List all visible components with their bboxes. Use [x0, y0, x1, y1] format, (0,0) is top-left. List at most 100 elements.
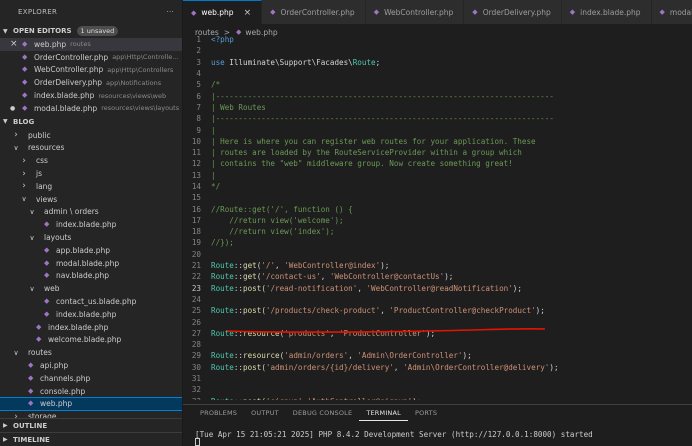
file-item[interactable]: index.blade.php: [0, 321, 182, 334]
line-number: 32: [191, 385, 201, 395]
editor-tab[interactable]: index.blade.php: [561, 0, 652, 24]
folder-item[interactable]: ∨ layouts: [0, 231, 182, 244]
line-text: Route::post('/products/check-product', '…: [211, 306, 545, 316]
file-item[interactable]: index.blade.php: [0, 218, 182, 231]
more-actions-icon[interactable]: ···: [166, 8, 174, 16]
line-text: |: [211, 125, 216, 135]
open-editor-item[interactable]: WebController.phpapp\Http\Controllers: [0, 64, 182, 77]
line-number: 6: [196, 91, 201, 101]
line-text: Route::post('signup','AuthController@sig…: [211, 397, 421, 400]
line-number: 8: [196, 114, 201, 124]
code-line: 18 //return view('index');: [183, 226, 692, 237]
file-item[interactable]: welcome.blade.php: [0, 334, 182, 347]
panel-tab-terminal[interactable]: TERMINAL: [359, 405, 408, 421]
editor-tab[interactable]: OrderController.php: [262, 0, 366, 24]
tree-item-label: resources: [28, 143, 65, 153]
file-item[interactable]: api.php: [0, 359, 182, 372]
file-item[interactable]: web.php: [0, 396, 182, 412]
outline-section[interactable]: ▶ OUTLINE: [0, 418, 182, 432]
line-number: 18: [191, 227, 201, 237]
tree-item-label: css: [36, 156, 48, 166]
panel-tab-output[interactable]: OUTPUT: [244, 405, 286, 421]
explorer-sidebar: EXPLORER ··· ▼ OPEN EDITORS 1 unsaved we…: [0, 0, 183, 446]
close-icon[interactable]: ×: [244, 8, 252, 18]
file-item[interactable]: nav.blade.php: [0, 270, 182, 283]
code-line: 22 Route::get('/contact-us', 'WebControll…: [183, 271, 692, 282]
file-item[interactable]: contact_us.blade.php: [0, 295, 182, 308]
code-editor[interactable]: 1 <?php 2 3 use Illuminate\Support\Facades\R…: [183, 34, 692, 400]
php-file-icon: [44, 247, 52, 254]
close-icon[interactable]: [10, 41, 18, 48]
folder-item[interactable]: ∨ views: [0, 193, 182, 206]
open-editors-list: web.phproutesOrderController.phpapp\Http…: [0, 38, 182, 115]
editor-tab[interactable]: modal.blad: [651, 0, 692, 24]
panel-tab-problems[interactable]: PROBLEMS: [193, 405, 244, 421]
code-line: 3 use Illuminate\Support\Facades\Route;: [183, 57, 692, 68]
line-number: 22: [191, 272, 201, 282]
tree-item-label: nav.blade.php: [56, 271, 110, 281]
open-editor-item[interactable]: OrderDelivery.phpapp\Notifications: [0, 76, 182, 89]
php-file-icon: [374, 8, 379, 16]
folder-item[interactable]: › js: [0, 167, 182, 180]
open-editor-item[interactable]: OrderController.phpapp\Http\Controlle...: [0, 51, 182, 64]
panel-tab-ports[interactable]: PORTS: [408, 405, 444, 421]
code-line: 31: [183, 373, 692, 384]
line-number: 33: [183, 397, 211, 400]
tree-item-label: routes: [28, 348, 52, 358]
editor-tab[interactable]: web.php ×: [183, 0, 263, 24]
line-number: 9: [196, 125, 201, 135]
folder-item[interactable]: ∨ routes: [0, 346, 182, 359]
open-editor-item[interactable]: web.phproutes: [0, 38, 182, 51]
open-editor-item[interactable]: index.blade.phpresources\views\web: [0, 89, 182, 102]
php-file-icon: [28, 375, 36, 382]
file-item[interactable]: channels.php: [0, 372, 182, 385]
code-line: 5 /*: [183, 79, 692, 90]
folder-item[interactable]: › public: [0, 129, 182, 142]
file-item[interactable]: modal.blade.php: [0, 257, 182, 270]
editor-tab[interactable]: OrderDelivery.php: [464, 0, 562, 24]
tree-item-label: js: [36, 169, 42, 179]
php-file-icon: [22, 92, 30, 99]
php-file-icon: [44, 272, 52, 279]
code-line: 24: [183, 294, 692, 305]
open-editor-item[interactable]: modal.blade.phpresources\views\layouts: [0, 102, 182, 115]
tree-item-label: web: [44, 284, 60, 294]
code-line: 23 Route::post('/read-notification', 'Web…: [183, 283, 692, 294]
project-section[interactable]: ▼ BLOG: [0, 115, 182, 129]
line-number: 30: [191, 362, 201, 372]
line-number: 1: [196, 35, 201, 45]
php-file-icon: [660, 8, 665, 16]
line-number: 12: [191, 159, 201, 169]
file-item[interactable]: index.blade.php: [0, 308, 182, 321]
chevron-down-icon: ∨: [29, 233, 35, 242]
open-editors-label: OPEN EDITORS: [13, 27, 72, 35]
folder-item[interactable]: › lang: [0, 180, 182, 193]
bottom-panel: PROBLEMS OUTPUT DEBUG CONSOLE TERMINAL PORTS…: [183, 404, 692, 446]
folder-item[interactable]: ∨ web: [0, 282, 182, 295]
folder-item[interactable]: ∨ admin \ orders: [0, 206, 182, 219]
line-text: Route::get('/contact-us', 'WebController…: [211, 272, 454, 282]
line-number: 13: [191, 170, 201, 180]
code-line: 14 */: [183, 181, 692, 192]
open-editor-name: WebController.php: [34, 65, 104, 75]
code-line: 6 |--------------------------------------…: [183, 90, 692, 101]
folder-item[interactable]: › css: [0, 154, 182, 167]
php-file-icon: [28, 362, 36, 369]
terminal-cursor: [195, 438, 200, 446]
code-line: 2: [183, 45, 692, 56]
code-line: 21 Route::get('/', 'WebController@index')…: [183, 260, 692, 271]
editor-tab[interactable]: WebController.php: [365, 0, 465, 24]
php-file-icon: [270, 8, 275, 16]
line-number: 31: [191, 374, 201, 384]
timeline-section[interactable]: ▶ TIMELINE: [0, 432, 182, 446]
code-line: 29 Route::resource('admin/orders', 'Admin…: [183, 350, 692, 361]
code-line: 7 | Web Routes: [183, 102, 692, 113]
file-item[interactable]: app.blade.php: [0, 244, 182, 257]
file-item[interactable]: console.php: [0, 385, 182, 398]
panel-tab-debug-console[interactable]: DEBUG CONSOLE: [286, 405, 360, 421]
open-editors-section[interactable]: ▼ OPEN EDITORS 1 unsaved: [0, 24, 182, 38]
line-text: | routes are loaded by the RouteServiceP…: [211, 148, 522, 158]
folder-item[interactable]: ∨ resources: [0, 142, 182, 155]
tree-item-label: api.php: [40, 361, 69, 371]
